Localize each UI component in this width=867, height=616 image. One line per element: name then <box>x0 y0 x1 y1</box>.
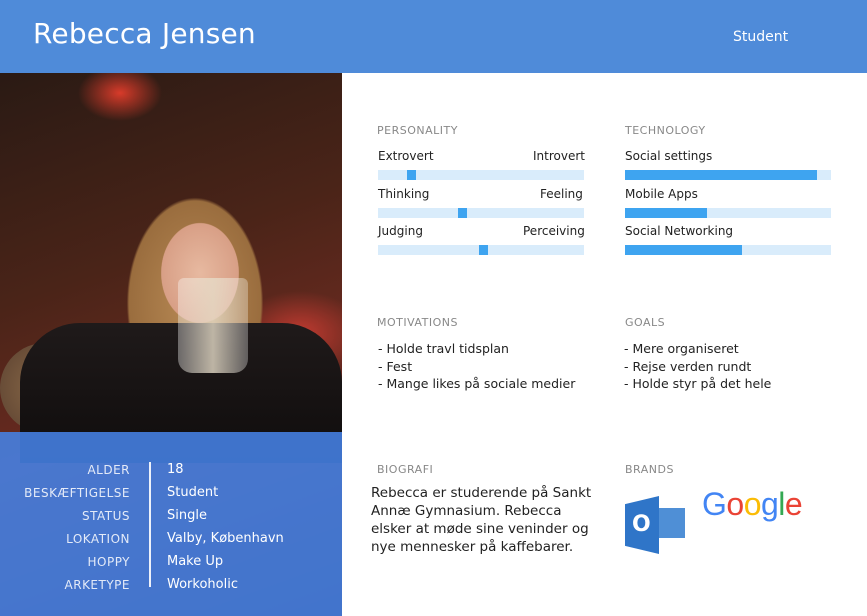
info-label: BESKÆFTIGELSE <box>24 486 130 500</box>
persona-role: Student <box>733 29 789 45</box>
technology-bar-track <box>625 208 831 218</box>
personality-slider-knob <box>479 245 488 255</box>
personality-slider-track <box>378 245 584 255</box>
header: Rebecca Jensen Student <box>0 0 867 73</box>
photo-cup <box>178 278 248 373</box>
profile-panel: ALDER 18 BESKÆFTIGELSE Student STATUS Si… <box>0 73 342 616</box>
info-row-hobby: HOPPY Make Up <box>0 554 342 575</box>
info-label: ALDER <box>87 463 130 477</box>
biografi-title: BIOGRAFI <box>377 463 434 476</box>
motivations-list: - Holde travl tidsplan - Fest - Mange li… <box>378 340 575 393</box>
list-item: - Rejse verden rundt <box>624 358 752 374</box>
personality-right-label: Introvert <box>533 149 585 163</box>
technology-title: TECHNOLOGY <box>625 124 706 137</box>
list-item: - Fest <box>378 358 413 374</box>
info-value: Student <box>167 485 219 500</box>
info-box: ALDER 18 BESKÆFTIGELSE Student STATUS Si… <box>0 432 342 616</box>
list-item: - Holde travl tidsplan <box>378 341 509 356</box>
technology-bar-track <box>625 245 831 255</box>
info-label: HOPPY <box>87 555 130 569</box>
motivations-title: MOTIVATIONS <box>377 316 458 329</box>
brands-title: BRANDS <box>625 463 674 476</box>
info-row-archetype: ARKETYPE Workoholic <box>0 577 342 598</box>
info-value: 18 <box>167 462 184 477</box>
personality-right-label: Perceiving <box>523 224 585 238</box>
info-row-age: ALDER 18 <box>0 462 342 483</box>
technology-label: Mobile Apps <box>625 187 698 201</box>
list-item: - Mange likes på sociale medier <box>378 376 576 391</box>
technology-bar-fill <box>625 170 817 180</box>
list-item: - Mere organiseret <box>624 341 739 356</box>
google-logo-icon: Google <box>702 486 803 522</box>
technology-bar-track <box>625 170 831 180</box>
biografi-text: Rebecca er studerende på Sankt Annæ Gymn… <box>371 485 592 555</box>
personality-slider-track <box>378 208 584 218</box>
technology-bar-fill <box>625 208 708 218</box>
personality-left-label: Extrovert <box>378 149 434 163</box>
personality-left-label: Thinking <box>378 187 430 201</box>
info-label: ARKETYPE <box>64 578 130 592</box>
outlook-logo-letter: O <box>632 512 651 537</box>
info-row-location: LOKATION Valby, København <box>0 531 342 552</box>
info-value: Valby, København <box>167 531 284 546</box>
personality-right-label: Feeling <box>540 187 583 201</box>
outlook-logo-icon: O <box>625 496 685 554</box>
technology-bar-fill <box>625 245 743 255</box>
personality-title: PERSONALITY <box>377 124 458 137</box>
info-value: Single <box>167 508 207 523</box>
list-item: - Holde styr på det hele <box>624 376 772 391</box>
info-label: STATUS <box>81 509 130 523</box>
personality-slider-knob <box>458 208 467 218</box>
personality-slider-knob <box>407 170 416 180</box>
info-row-occupation: BESKÆFTIGELSE Student <box>0 485 342 506</box>
technology-label: Social Networking <box>625 224 734 238</box>
personality-left-label: Judging <box>378 224 423 238</box>
info-label: LOKATION <box>66 532 130 546</box>
info-value: Workoholic <box>167 577 238 592</box>
goals-title: GOALS <box>625 316 666 329</box>
goals-list: - Mere organiseret - Rejse verden rundt … <box>624 340 771 393</box>
info-row-status: STATUS Single <box>0 508 342 529</box>
technology-label: Social settings <box>625 149 713 163</box>
persona-name: Rebecca Jensen <box>33 17 256 50</box>
personality-slider-track <box>378 170 584 180</box>
info-value: Make Up <box>167 554 224 569</box>
